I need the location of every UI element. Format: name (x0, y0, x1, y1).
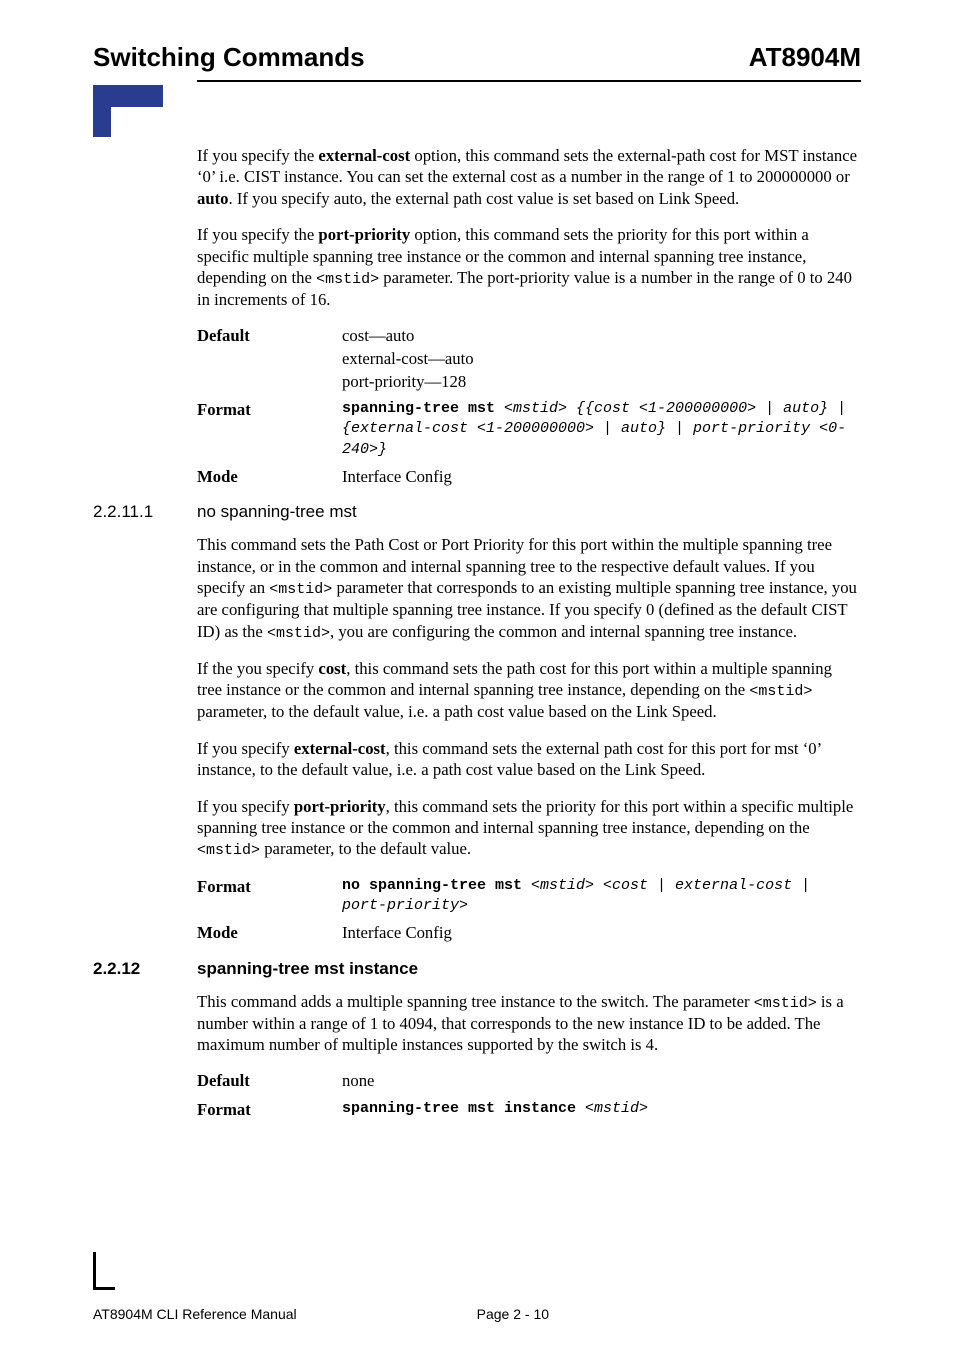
corner-logo-icon (93, 85, 163, 137)
term-mode: Mode (197, 466, 342, 489)
term-format: Format (197, 1099, 342, 1122)
def-default: none (342, 1070, 861, 1093)
term-default: Default (197, 325, 342, 393)
paragraph: This command sets the Path Cost or Port … (197, 534, 861, 643)
footer-right: Page 2 - 10 (477, 1306, 549, 1322)
header-rule (197, 80, 861, 82)
def-mode: Interface Config (342, 466, 861, 489)
section-number: 2.2.11.1 (93, 502, 197, 522)
paragraph: If you specify external-cost, this comma… (197, 738, 861, 781)
def-default: cost—auto external-cost—auto port-priori… (342, 325, 861, 393)
term-default: Default (197, 1070, 342, 1093)
def-mode: Interface Config (342, 922, 861, 945)
term-format: Format (197, 876, 342, 917)
def-format: spanning-tree mst <mstid> {{cost <1-2000… (342, 399, 861, 460)
paragraph: If you specify port-priority, this comma… (197, 796, 861, 861)
header-left: Switching Commands (93, 42, 365, 73)
section-heading: 2.2.11.1 no spanning-tree mst (197, 502, 861, 522)
paragraph: If you specify the external-cost option,… (197, 145, 861, 209)
header-right: AT8904M (749, 42, 861, 73)
section-heading: 2.2.12 spanning-tree mst instance (197, 959, 861, 979)
def-format: no spanning-tree mst <mstid> <cost | ext… (342, 876, 861, 917)
page-footer: AT8904M CLI Reference Manual Page 2 - 10 (93, 1306, 861, 1322)
paragraph: If the you specify cost, this command se… (197, 658, 861, 723)
definition-list: Default none Format spanning-tree mst in… (197, 1070, 861, 1121)
term-format: Format (197, 399, 342, 460)
page-header: Switching Commands AT8904M (93, 42, 861, 73)
section-title: spanning-tree mst instance (197, 959, 418, 979)
definition-list: Default cost—auto external-cost—auto por… (197, 325, 861, 488)
term-mode: Mode (197, 922, 342, 945)
paragraph: If you specify the port-priority option,… (197, 224, 861, 310)
def-format: spanning-tree mst instance <mstid> (342, 1099, 861, 1122)
corner-mark-icon (93, 1252, 115, 1290)
section-number: 2.2.12 (93, 959, 197, 979)
content-column: If you specify the external-cost option,… (197, 145, 861, 1136)
section-title: no spanning-tree mst (197, 502, 357, 522)
paragraph: This command adds a multiple spanning tr… (197, 991, 861, 1056)
definition-list: Format no spanning-tree mst <mstid> <cos… (197, 876, 861, 945)
footer-left: AT8904M CLI Reference Manual (93, 1306, 297, 1322)
